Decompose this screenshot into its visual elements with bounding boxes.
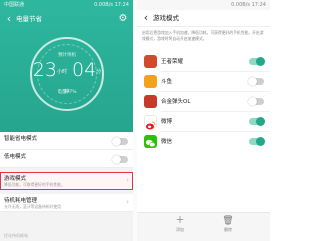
row-subtitle: 降低功耗，可取得更好的手机性能。 bbox=[4, 181, 65, 187]
battery-hero: 中国联通 0.00B/s 17:24 ‹ 电量节省 ⚙ 预计待机 23小时 04… bbox=[0, 0, 133, 132]
power-saving-screen: 中国联通 0.00B/s 17:24 ‹ 电量节省 ⚙ 预计待机 23小时 04… bbox=[0, 0, 133, 241]
app-bar: ‹ 游戏模式 bbox=[137, 10, 270, 27]
intro-text: 启用后把游戏加入手机加速，降低功耗，可获得更好的手机性能。开启游戏模式，游戏时将… bbox=[142, 30, 264, 41]
standby-management-row[interactable]: 待机耗电管理 允许无线，蓝牙等设备待机时使用 › bbox=[0, 194, 133, 212]
toggle-knob bbox=[256, 57, 265, 66]
smart-saving-row[interactable]: 智能省电模式 bbox=[0, 132, 133, 150]
delete-button[interactable]: 🗑 删除 bbox=[213, 216, 243, 233]
toggle-knob bbox=[256, 117, 265, 126]
status-bar: 中国联通 0.00B/s 17:24 bbox=[0, 0, 133, 10]
status-bar: 0.00B/s 17:24 bbox=[137, 0, 270, 10]
add-button[interactable]: ＋ 添加 bbox=[165, 216, 195, 233]
toggle-knob bbox=[256, 137, 265, 146]
toggle-knob bbox=[248, 77, 257, 86]
app-item-wangzhe[interactable]: 王者荣耀 bbox=[137, 52, 270, 71]
carrier-label: 中国联通 bbox=[4, 2, 25, 8]
row-subtitle: 允许无线，蓝牙等设备待机时使用 bbox=[4, 203, 61, 209]
back-arrow-icon[interactable]: ‹ bbox=[4, 13, 14, 25]
app-name: 王者荣耀 bbox=[161, 59, 184, 65]
douyu-toggle[interactable] bbox=[248, 77, 264, 86]
trash-icon: 🗑 bbox=[222, 216, 234, 226]
wechat-icon bbox=[144, 135, 157, 148]
add-label: 添加 bbox=[176, 227, 184, 232]
toggle-knob bbox=[248, 97, 257, 106]
app-name: 合金弹头OL bbox=[161, 99, 191, 105]
delete-label: 删除 bbox=[224, 227, 232, 232]
network-speed: 0.00B/s bbox=[94, 2, 113, 8]
weibo-toggle[interactable] bbox=[249, 117, 265, 126]
settings-list: 智能省电模式 低电模式 游戏模式 降低功耗，可取得更好的手机性能。 › 待机耗电… bbox=[0, 132, 133, 212]
back-arrow-icon[interactable]: ‹ bbox=[141, 12, 151, 24]
row-title: 低电模式 bbox=[4, 154, 27, 160]
battery-percent: 电量77% bbox=[57, 90, 77, 95]
app-name: 微信 bbox=[161, 139, 173, 145]
wangzhe-icon bbox=[144, 55, 157, 68]
wechat-bubbles-icon bbox=[145, 139, 156, 148]
low-power-toggle[interactable] bbox=[112, 154, 128, 164]
standby-minutes: 04 bbox=[72, 59, 97, 81]
app-name: 微博 bbox=[161, 119, 173, 125]
low-power-row[interactable]: 低电模式 bbox=[0, 150, 133, 168]
bottom-toolbar: ＋ 添加 🗑 删除 bbox=[137, 212, 270, 241]
metal-slug-icon bbox=[144, 95, 157, 108]
weibo-logo-icon bbox=[146, 121, 156, 130]
dial-caption: 预计待机 bbox=[58, 53, 76, 58]
app-item-weibo[interactable]: 微博 bbox=[137, 112, 270, 131]
page-title: 电量节省 bbox=[16, 15, 42, 23]
chevron-right-icon: › bbox=[126, 198, 129, 206]
smart-saving-toggle[interactable] bbox=[112, 136, 128, 146]
game-mode-row[interactable]: 游戏模式 降低功耗，可取得更好的手机性能。 › bbox=[0, 172, 133, 190]
douyu-icon bbox=[144, 75, 157, 88]
chevron-right-icon: › bbox=[126, 176, 129, 184]
hours-unit: 小时 bbox=[56, 69, 67, 75]
standby-hours: 23 bbox=[32, 59, 57, 81]
app-item-douyu[interactable]: 斗鱼 bbox=[137, 72, 270, 91]
footer-text: 优化待机耗电 bbox=[4, 233, 28, 238]
clock: 17:24 bbox=[251, 2, 266, 8]
metal-slug-toggle[interactable] bbox=[248, 97, 264, 106]
toggle-knob bbox=[112, 136, 121, 146]
wangzhe-toggle[interactable] bbox=[249, 57, 265, 66]
plus-icon: ＋ bbox=[175, 216, 185, 226]
app-item-metal-slug[interactable]: 合金弹头OL bbox=[137, 92, 270, 111]
toggle-knob bbox=[112, 154, 121, 164]
gear-icon[interactable]: ⚙ bbox=[118, 13, 128, 25]
standby-dial: 预计待机 23小时 04分钟 电量77% bbox=[30, 37, 104, 111]
app-item-wechat[interactable]: 微信 bbox=[137, 132, 270, 151]
network-speed: 0.00B/s bbox=[231, 2, 250, 8]
app-bar: ‹ 电量节省 ⚙ bbox=[0, 10, 133, 28]
game-mode-screen: 0.00B/s 17:24 ‹ 游戏模式 启用后把游戏加入手机加速，降低功耗，可… bbox=[137, 0, 270, 241]
row-title: 智能省电模式 bbox=[4, 136, 38, 142]
wechat-toggle[interactable] bbox=[249, 137, 265, 146]
app-name: 斗鱼 bbox=[161, 79, 173, 85]
weibo-icon bbox=[144, 115, 157, 130]
page-title: 游戏模式 bbox=[153, 14, 179, 22]
clock: 17:24 bbox=[114, 2, 129, 8]
